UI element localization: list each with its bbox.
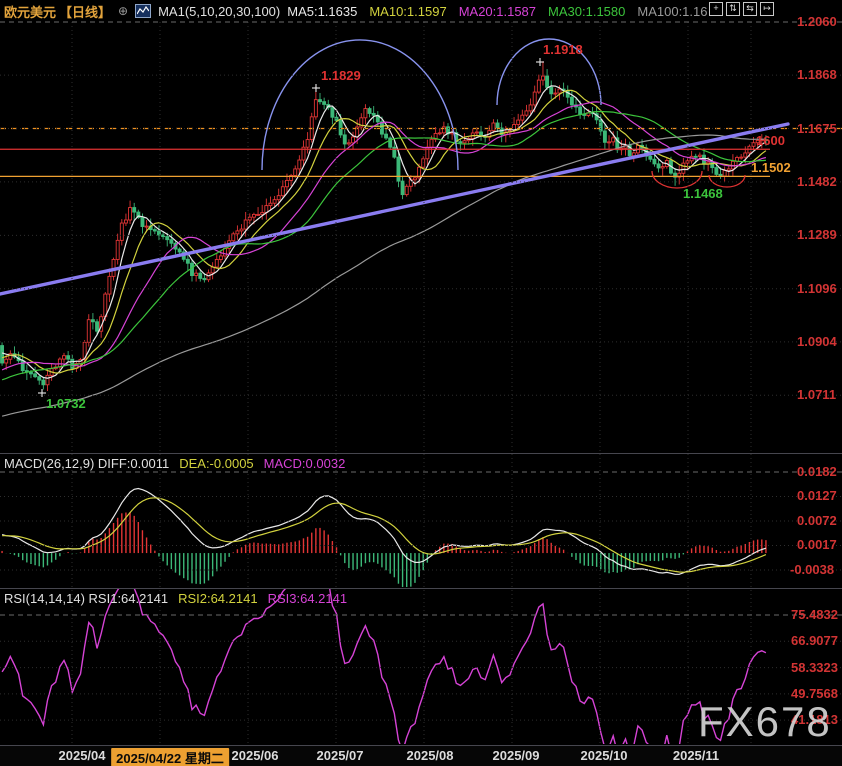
rsi3-label: RSI3:64.2141 xyxy=(268,591,348,606)
macd-dea-line xyxy=(2,498,766,572)
price-axis-tick: 1.0904 xyxy=(797,334,837,349)
macd-diff-label: MACD(26,12,9) DIFF:0.0011 xyxy=(4,456,169,471)
macd-panel xyxy=(2,489,766,590)
chart-header: 欧元美元 【日线】 ⊕ MA1(5,10,20,30,100) MA5:1.16… xyxy=(4,2,707,20)
ma5-line xyxy=(2,86,766,378)
crosshair-icon[interactable]: + xyxy=(709,2,723,16)
macd-macd-label: MACD:0.0032 xyxy=(264,456,346,471)
scale-vertical-icon[interactable]: ⇅ xyxy=(726,2,740,16)
macd-dea-label: DEA:-0.0005 xyxy=(179,456,253,471)
price-axis-tick: 1.1096 xyxy=(797,281,837,296)
watermark: FX678 xyxy=(698,698,832,746)
ma10-line xyxy=(2,90,766,373)
rsi-panel-label: RSI(14,14,14) RSI1:64.2141 RSI2:64.2141 RS… xyxy=(4,591,347,606)
price-axis-tick: 1.1482 xyxy=(797,174,837,189)
macd-axis-tick: 0.0182 xyxy=(797,464,837,479)
time-axis-label[interactable]: 2025/06 xyxy=(232,748,279,763)
rsi-axis-tick: 66.9077 xyxy=(791,633,838,648)
scale-horizontal-icon[interactable]: ⇆ xyxy=(743,2,757,16)
ma-legend-value: MA10:1.1597 xyxy=(369,4,446,19)
chart-annotation: 1.1918 xyxy=(543,42,583,57)
forex-chart-app: 欧元美元 【日线】 ⊕ MA1(5,10,20,30,100) MA5:1.16… xyxy=(0,0,842,766)
instrument-name: 欧元美元 xyxy=(4,2,56,21)
ma-legend: MA5:1.1635 MA10:1.1597 MA20:1.1587 MA30:1.1… xyxy=(287,4,707,19)
chart-toolbar: +⇅⇆↦ xyxy=(709,2,774,16)
price-level-label: 1600 xyxy=(756,133,785,148)
time-axis[interactable]: 2025/04 2025/04/22 星期二2025/06 2025/07 2025/… xyxy=(0,746,842,766)
rsi2-label: RSI2:64.2141 xyxy=(178,591,258,606)
ma100-line xyxy=(2,135,766,416)
price-axis-tick: 1.1675 xyxy=(797,121,837,136)
price-level-label: 1.1502 xyxy=(751,160,791,175)
ma20-line xyxy=(2,102,766,370)
macd-axis-tick: 0.0127 xyxy=(797,488,837,503)
rsi-axis-tick: 58.3323 xyxy=(791,660,838,675)
ma-legend-value: MA30:1.1580 xyxy=(548,4,625,19)
macd-axis-tick: 0.0017 xyxy=(797,537,837,552)
time-axis-label[interactable]: 2025/07 xyxy=(317,748,364,763)
go-to-latest-icon[interactable]: ↦ xyxy=(760,2,774,16)
chart-svg xyxy=(0,0,842,766)
chart-annotation: 1.1468 xyxy=(683,186,723,201)
macd-diff-line xyxy=(2,489,766,575)
price-axis-tick: 1.2060 xyxy=(797,14,837,29)
macd-panel-label: MACD(26,12,9) DIFF:0.0011 DEA:-0.0005 MACD… xyxy=(4,456,345,471)
ma-settings-label: MA1(5,10,20,30,100) xyxy=(158,4,280,19)
ma-legend-value: MA5:1.1635 xyxy=(287,4,357,19)
chart-type-icon[interactable] xyxy=(135,4,151,18)
macd-axis-tick: 0.0072 xyxy=(797,513,837,528)
price-axis-tick: 1.1289 xyxy=(797,227,837,242)
rsi-axis-tick: 75.4832 xyxy=(791,607,838,622)
price-axis-tick: 1.1868 xyxy=(797,67,837,82)
price-axis-tick: 1.0711 xyxy=(797,387,836,402)
rsi-line xyxy=(2,558,766,758)
price-panel xyxy=(1,61,768,416)
chart-annotation: 1.0732 xyxy=(46,396,86,411)
time-axis-label[interactable]: 2025/11 xyxy=(673,748,719,763)
rsi-panel xyxy=(2,558,766,758)
time-axis-label[interactable]: 2025/09 xyxy=(493,748,540,763)
ma-legend-value: MA100:1.16 xyxy=(637,4,707,19)
add-indicator-icon[interactable]: ⊕ xyxy=(118,4,128,18)
rsi1-label: RSI(14,14,14) RSI1:64.2141 xyxy=(4,591,168,606)
chart-annotation: 1.1829 xyxy=(321,68,361,83)
time-axis-crosshair-date[interactable]: 2025/04/22 星期二 xyxy=(111,748,229,766)
time-axis-label[interactable]: 2025/08 xyxy=(407,748,454,763)
time-axis-label[interactable]: 2025/04 xyxy=(59,748,106,763)
ma-legend-value: MA20:1.1587 xyxy=(459,4,536,19)
timeframe-label: 【日线】 xyxy=(59,2,111,21)
macd-axis-tick: -0.0038 xyxy=(790,562,834,577)
time-axis-label[interactable]: 2025/10 xyxy=(581,748,628,763)
